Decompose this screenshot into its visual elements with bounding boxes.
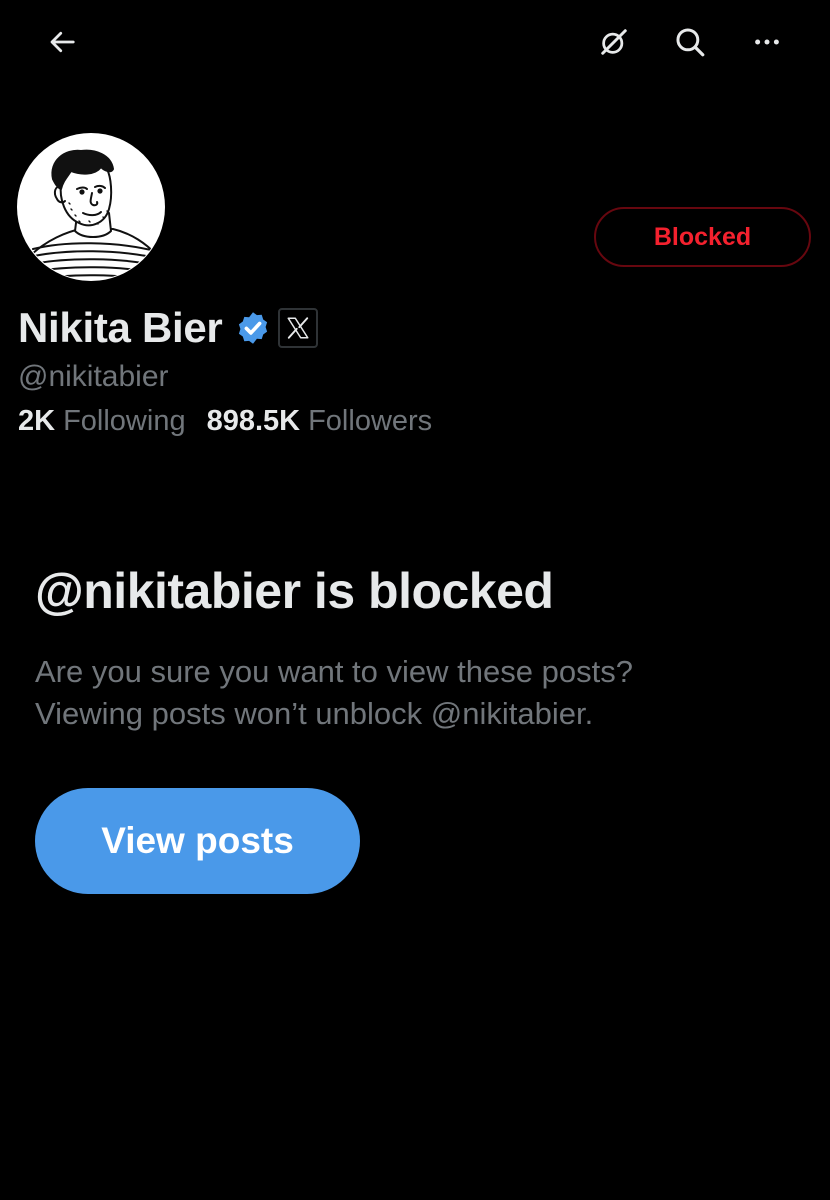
x-logo-icon	[287, 317, 309, 339]
blocked-notice-title: @nikitabier is blocked	[35, 563, 554, 619]
search-icon	[676, 28, 705, 57]
search-button[interactable]	[662, 14, 718, 70]
blocked-button[interactable]: Blocked	[594, 207, 811, 267]
following-count: 2K	[18, 405, 56, 437]
back-button[interactable]	[34, 14, 90, 70]
more-options-button[interactable]	[739, 14, 795, 70]
arrow-left-icon	[50, 31, 75, 53]
grok-button[interactable]	[586, 14, 642, 70]
followers-link[interactable]: 898.5K Followers	[207, 405, 433, 438]
grok-icon	[601, 29, 627, 55]
display-name: Nikita Bier	[18, 304, 223, 351]
blocked-notice-line-2: Viewing posts won’t unblock @nikitabier.	[35, 696, 594, 731]
followers-count: 898.5K	[206, 405, 301, 437]
affiliation-badge[interactable]	[278, 308, 319, 348]
name-row: Nikita Bier	[18, 300, 319, 356]
follow-stats: 2K Following 898.5K Followers	[18, 405, 432, 438]
profile-avatar[interactable]	[15, 131, 167, 283]
avatar-illustration	[17, 133, 165, 281]
following-label: Following	[63, 405, 186, 437]
view-posts-button[interactable]: View posts	[35, 788, 360, 894]
top-bar	[0, 0, 830, 90]
blocked-notice-description: Are you sure you want to view these post…	[35, 651, 795, 735]
profile-handle: @nikitabier	[18, 360, 169, 393]
more-horizontal-icon	[755, 39, 779, 45]
verified-badge-icon[interactable]	[235, 310, 271, 346]
blocked-notice-line-1: Are you sure you want to view these post…	[35, 654, 633, 689]
followers-label: Followers	[308, 405, 433, 437]
following-link[interactable]: 2K Following	[18, 405, 186, 438]
